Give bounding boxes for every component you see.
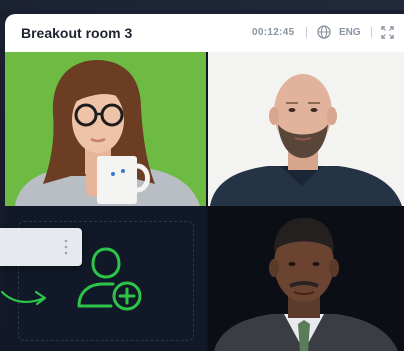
fullscreen-icon[interactable] [381, 26, 394, 39]
dragged-participant-card[interactable] [0, 228, 82, 266]
room-header: Breakout room 3 00:12:45 ENG [5, 14, 404, 52]
top-strip [0, 0, 404, 10]
divider [306, 27, 307, 38]
language-selector[interactable]: ENG [339, 27, 361, 38]
participant-video-1[interactable] [5, 52, 206, 206]
breakout-room-window: Breakout room 3 00:12:45 ENG [5, 14, 404, 351]
call-timer: 00:12:45 [252, 27, 295, 38]
participant-video-image [5, 52, 206, 206]
participant-video-image [208, 206, 404, 351]
participant-video-image [208, 52, 404, 206]
add-user-icon[interactable] [75, 246, 145, 312]
globe-icon[interactable] [317, 25, 331, 39]
arrow-right-icon [0, 290, 47, 306]
divider [371, 27, 372, 38]
more-vertical-icon[interactable] [64, 239, 68, 255]
participant-video-2[interactable] [208, 52, 404, 206]
participant-video-4[interactable] [208, 206, 404, 351]
room-title: Breakout room 3 [21, 25, 133, 41]
